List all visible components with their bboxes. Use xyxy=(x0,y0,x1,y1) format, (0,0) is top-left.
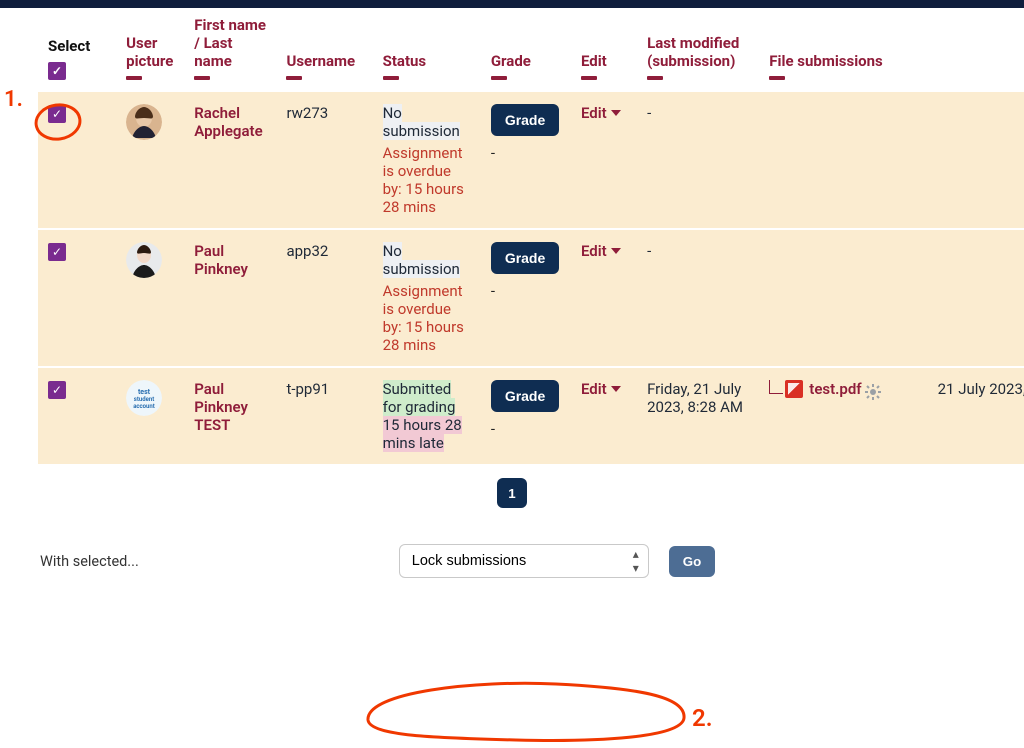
chevron-down-icon xyxy=(611,110,621,116)
status-primary: No submission xyxy=(383,242,460,278)
gear-icon[interactable] xyxy=(865,384,881,404)
modified-text: - xyxy=(647,104,651,122)
table-row: ✓ Paul Pinkney app32 No submission Assignmen… xyxy=(38,229,1024,367)
status-primary: No submission xyxy=(383,104,460,140)
grade-value: - xyxy=(491,282,561,300)
col-extra xyxy=(928,8,1024,91)
svg-text:account: account xyxy=(133,403,155,410)
svg-text:student: student xyxy=(134,396,154,403)
grade-button[interactable]: Grade xyxy=(491,104,559,136)
avatar[interactable] xyxy=(126,242,162,278)
avatar[interactable] xyxy=(126,104,162,140)
username-text: app32 xyxy=(286,242,328,260)
table-row: ✓ teststudentaccount Paul Pinkney TEST t-pp… xyxy=(38,367,1024,464)
annotation-1-label: 1. xyxy=(4,87,23,112)
col-grade[interactable]: Grade xyxy=(481,8,571,91)
avatar[interactable]: teststudentaccount xyxy=(126,380,162,416)
row-checkbox[interactable]: ✓ xyxy=(48,381,66,399)
row-checkbox[interactable]: ✓ xyxy=(48,243,66,261)
grade-button[interactable]: Grade xyxy=(491,380,559,412)
edit-menu[interactable]: Edit xyxy=(581,104,621,122)
status-secondary: Assignment is overdue by: 15 hours 28 mi… xyxy=(383,144,471,216)
col-picture[interactable]: User picture xyxy=(116,8,184,91)
svg-text:test: test xyxy=(138,388,151,396)
chevron-down-icon xyxy=(611,248,621,254)
col-status[interactable]: Status xyxy=(373,8,481,91)
tree-icon xyxy=(769,380,783,394)
grade-value: - xyxy=(491,144,561,162)
bulk-action-select-wrap: Lock submissions ▴▾ xyxy=(399,544,649,578)
user-name-link[interactable]: Rachel Applegate xyxy=(194,104,262,140)
pdf-icon xyxy=(785,380,803,398)
status-primary: Submitted for grading xyxy=(383,380,456,416)
status-secondary: Assignment is overdue by: 15 hours 28 mi… xyxy=(383,282,471,354)
status-secondary: 15 hours 28 mins late xyxy=(383,416,462,452)
modified-text: Friday, 21 July 2023, 8:28 AM xyxy=(647,380,743,416)
row-checkbox[interactable]: ✓ xyxy=(48,105,66,123)
chevron-down-icon xyxy=(611,386,621,392)
grading-table: Select ✓ User picture First name / Last … xyxy=(38,8,1024,464)
user-name-link[interactable]: Paul Pinkney xyxy=(194,242,248,278)
edit-menu[interactable]: Edit xyxy=(581,242,621,260)
bulk-action-select[interactable]: Lock submissions xyxy=(399,544,649,578)
bulk-action-bar: With selected... Lock submissions ▴▾ Go xyxy=(0,538,1024,598)
col-select: Select ✓ xyxy=(38,8,116,91)
select-all-checkbox[interactable]: ✓ xyxy=(48,62,66,80)
go-button[interactable]: Go xyxy=(669,546,716,577)
page-1-button[interactable]: 1 xyxy=(497,478,527,508)
file-date-text: 21 July 2023, 8 xyxy=(938,380,1024,398)
col-files[interactable]: File submissions xyxy=(759,8,927,91)
username-text: t-pp91 xyxy=(286,380,329,398)
table-row: ✓ Rachel Applegate rw273 No submission Assig… xyxy=(38,91,1024,229)
col-modified[interactable]: Last modified (submission) xyxy=(637,8,759,91)
col-edit[interactable]: Edit xyxy=(571,8,637,91)
col-username[interactable]: Username xyxy=(276,8,372,91)
pager: 1 xyxy=(0,478,1024,508)
grade-button[interactable]: Grade xyxy=(491,242,559,274)
modified-text: - xyxy=(647,242,651,260)
grade-value: - xyxy=(491,420,561,438)
user-name-link[interactable]: Paul Pinkney TEST xyxy=(194,380,248,434)
edit-menu[interactable]: Edit xyxy=(581,380,621,398)
file-link[interactable]: test.pdf xyxy=(785,380,861,398)
bulk-label: With selected... xyxy=(40,553,139,570)
username-text: rw273 xyxy=(286,104,328,122)
col-name[interactable]: First name / Last name xyxy=(184,8,276,91)
